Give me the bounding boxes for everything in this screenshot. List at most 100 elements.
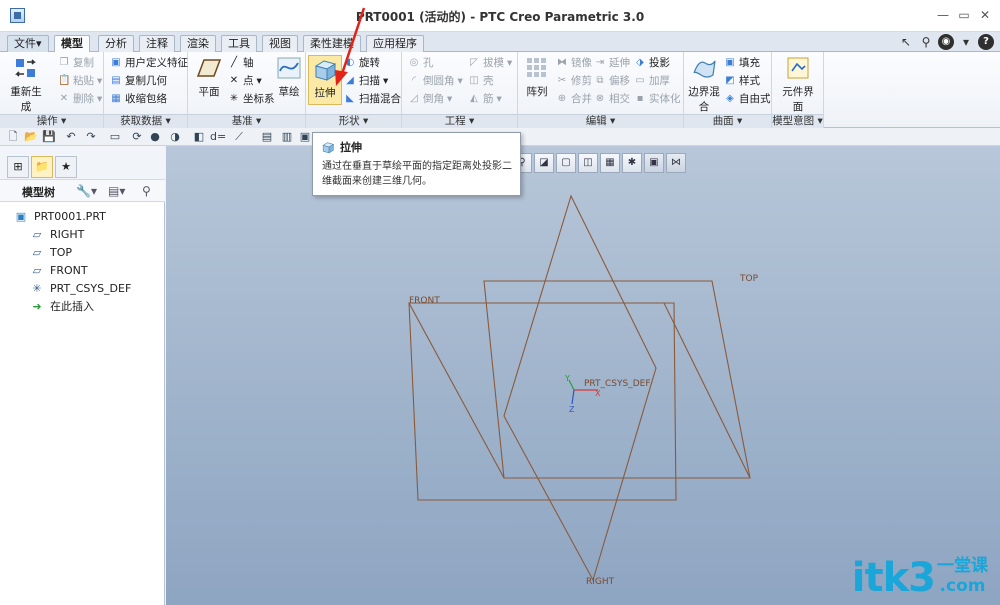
regenerate-button[interactable]: 重新生成 <box>6 55 46 113</box>
trim-button[interactable]: ✂ 修剪 <box>556 73 592 89</box>
windows-icon[interactable]: ▣ <box>298 130 312 144</box>
sketch-button[interactable]: 草绘 <box>272 55 306 105</box>
tree-item-insert-here[interactable]: ➜ 在此插入 <box>30 298 94 316</box>
pattern-icon <box>527 58 546 77</box>
tab-tools[interactable]: 工具 <box>221 35 257 52</box>
search-icon[interactable]: ⚲ <box>918 34 934 50</box>
layers-icon[interactable]: ▥ <box>280 130 294 144</box>
mirror-button[interactable]: ⧓ 镜像 <box>556 55 592 71</box>
boundary-blend-button[interactable]: 边界混合 <box>686 55 722 113</box>
tree-filter-icon[interactable]: ⚲ <box>142 183 151 199</box>
measure-icon[interactable]: ⟋ <box>232 130 246 144</box>
shell-icon: ◫ <box>469 75 479 86</box>
tab-render[interactable]: 渲染 <box>180 35 216 52</box>
tree-columns-icon[interactable]: ▤▾ <box>108 183 125 199</box>
tab-file[interactable]: 文件▾ <box>7 35 49 52</box>
close-button[interactable]: ✕ <box>976 7 994 23</box>
group-label-editing[interactable]: 编辑 ▾ <box>518 114 683 128</box>
tree-settings-icon[interactable]: 🔧▾ <box>76 183 97 199</box>
community-icon[interactable]: ◉ <box>938 34 954 50</box>
trim-icon: ✂ <box>557 75 567 86</box>
group-get-data: ▣ 用户定义特征 ▤ 复制几何 ▦ 收缩包络 获取数据 ▾ <box>104 52 188 128</box>
thicken-button[interactable]: ▭ 加厚 <box>634 73 670 89</box>
refit-icon[interactable]: ◪ <box>534 153 554 173</box>
solidify-button[interactable]: ▪ 实体化 <box>634 91 681 107</box>
freestyle-button[interactable]: ◈ 自由式 <box>724 91 770 107</box>
display-style-view-icon[interactable]: ✱ <box>622 153 642 173</box>
merge-button[interactable]: ⊕ 合并 <box>556 91 592 107</box>
folder-browser-tab-icon[interactable]: 📁 <box>31 156 53 178</box>
tree-item-right[interactable]: ▱ RIGHT <box>30 226 85 244</box>
extend-button[interactable]: ⇥ 延伸 <box>594 55 630 71</box>
new-icon[interactable]: 🗋 <box>6 130 20 144</box>
repaint-icon[interactable]: ▢ <box>556 153 576 173</box>
model-tree-tab-icon[interactable]: ⊞ <box>7 156 29 178</box>
saved-orientations-icon[interactable]: ▦ <box>600 153 620 173</box>
intersect-button[interactable]: ⊗ 相交 <box>594 91 630 107</box>
save-icon[interactable]: 💾 <box>42 130 56 144</box>
hole-button[interactable]: ◎ 孔 <box>408 55 434 71</box>
regenerate-small-icon[interactable]: ⟳ <box>130 130 144 144</box>
round-button[interactable]: ◜ 倒圆角 ▾ <box>408 73 463 89</box>
style-button[interactable]: ◩ 样式 <box>724 73 760 89</box>
arrow-icon[interactable]: ↖ <box>898 34 914 50</box>
tab-view[interactable]: 视图 <box>262 35 298 52</box>
draft-button[interactable]: ◸ 拔模 ▾ <box>468 55 512 71</box>
csys-button[interactable]: ✳ 坐标系 <box>228 91 275 107</box>
relations-icon[interactable]: d= <box>210 130 226 144</box>
group-label-surfaces[interactable]: 曲面 ▾ <box>684 114 771 128</box>
tree-item-top[interactable]: ▱ TOP <box>30 244 72 262</box>
swept-blend-button[interactable]: ◣ 扫描混合 <box>344 91 401 107</box>
copy-geometry-icon: ▤ <box>111 75 121 86</box>
plane-button[interactable]: 平面 <box>192 55 226 105</box>
display-style-icon[interactable]: ◑ <box>168 130 182 144</box>
datum-display-icon[interactable]: ▣ <box>644 153 664 173</box>
tab-model[interactable]: 模型 <box>54 35 90 53</box>
datum-plane-icon: ▱ <box>32 246 42 259</box>
restore-button[interactable]: ▭ <box>955 7 973 23</box>
reorient-icon[interactable]: ◫ <box>578 153 598 173</box>
group-label-operations[interactable]: 操作 ▾ <box>0 114 103 128</box>
saved-view-icon[interactable]: ◧ <box>192 130 206 144</box>
sketch-label: 草绘 <box>278 86 300 98</box>
group-label-datum[interactable]: 基准 ▾ <box>188 114 305 128</box>
group-label-engineering[interactable]: 工程 ▾ <box>402 114 517 128</box>
delete-button[interactable]: ✕ 删除 ▾ <box>58 91 102 107</box>
project-button[interactable]: ⬗ 投影 <box>634 55 670 71</box>
chevron-down-icon[interactable]: ▾ <box>958 34 974 50</box>
point-button[interactable]: ✕ 点 ▾ <box>228 73 262 89</box>
pattern-button[interactable]: 阵列 <box>520 55 554 105</box>
axis-button[interactable]: ╱ 轴 <box>228 55 254 71</box>
group-label-model-intent[interactable]: 模型意图 ▾ <box>772 114 823 128</box>
tree-item-part[interactable]: ▣ PRT0001.PRT <box>14 208 106 226</box>
help-icon[interactable]: ? <box>978 34 994 50</box>
open-icon[interactable]: 📂 <box>24 130 38 144</box>
tab-annotate[interactable]: 注释 <box>139 35 175 52</box>
favorites-tab-icon[interactable]: ★ <box>55 156 77 178</box>
copy-geometry-button[interactable]: ▤ 复制几何 <box>110 73 167 89</box>
shrinkwrap-button[interactable]: ▦ 收缩包络 <box>110 91 167 107</box>
redo-icon[interactable]: ↷ <box>84 130 98 144</box>
offset-button[interactable]: ⧉ 偏移 <box>594 73 630 89</box>
undo-icon[interactable]: ↶ <box>64 130 78 144</box>
copy-button[interactable]: ❐ 复制 <box>58 55 94 71</box>
group-label-shapes[interactable]: 形状 ▾ <box>306 114 401 128</box>
chamfer-button[interactable]: ◿ 倒角 ▾ <box>408 91 452 107</box>
color-icon[interactable]: ▤ <box>260 130 274 144</box>
annotation-display-icon[interactable]: ⋈ <box>666 153 686 173</box>
udf-button[interactable]: ▣ 用户定义特征 <box>110 55 188 71</box>
group-label-get-data[interactable]: 获取数据 ▾ <box>104 114 187 128</box>
component-interface-button[interactable]: 元件界面 <box>780 55 816 113</box>
tree-item-front[interactable]: ▱ FRONT <box>30 262 88 280</box>
window-icon[interactable]: ▭ <box>108 130 122 144</box>
extrude-icon <box>322 142 335 154</box>
appearance-icon[interactable]: ● <box>148 130 162 144</box>
graphics-viewport[interactable]: TOP FRONT RIGHT Y X Z PRT_CSYS_DEF ⚲ ◪ ▢… <box>166 146 1000 605</box>
shell-button[interactable]: ◫ 壳 <box>468 73 493 89</box>
tree-item-csys[interactable]: ✳ PRT_CSYS_DEF <box>30 280 131 298</box>
tab-analysis[interactable]: 分析 <box>98 35 134 52</box>
paste-button[interactable]: 📋 粘贴 ▾ <box>58 73 102 89</box>
minimize-button[interactable]: — <box>934 7 952 23</box>
fill-button[interactable]: ▣ 填充 <box>724 55 760 71</box>
rib-button[interactable]: ◭ 筋 ▾ <box>468 91 502 107</box>
